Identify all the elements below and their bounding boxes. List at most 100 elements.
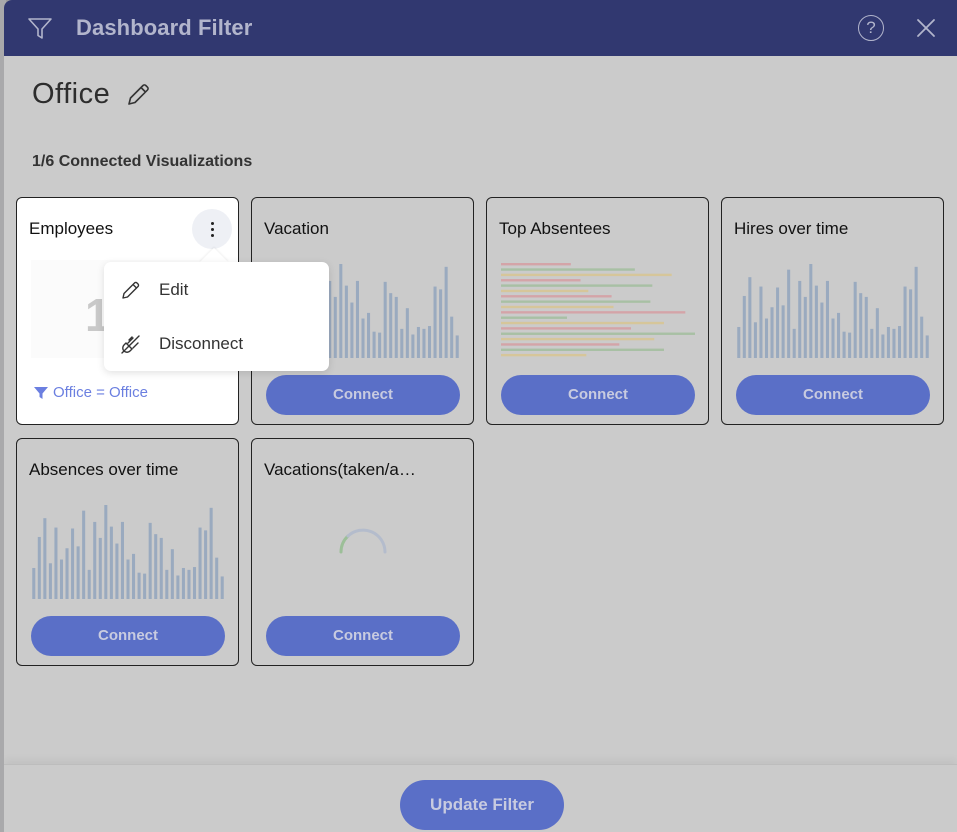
horizontal-bar-preview xyxy=(501,263,695,357)
connect-button[interactable]: Connect xyxy=(266,375,460,415)
preview-bar xyxy=(87,569,91,599)
preview-hbar xyxy=(501,337,655,341)
preview-hbar xyxy=(501,284,653,287)
pencil-icon xyxy=(122,281,140,299)
preview-bar xyxy=(198,527,202,599)
pencil-icon[interactable] xyxy=(124,81,152,109)
preview-bar xyxy=(837,312,841,358)
preview-bar xyxy=(32,567,36,599)
card-title: Hires over time xyxy=(734,219,849,238)
preview-hbar xyxy=(501,316,567,319)
preview-bar xyxy=(209,507,213,599)
preview-bar xyxy=(143,573,147,599)
preview-bar xyxy=(831,318,835,358)
preview-hbar xyxy=(501,311,686,314)
preview-bar xyxy=(455,335,459,358)
preview-bar xyxy=(187,569,191,599)
preview-bar xyxy=(886,326,890,358)
preview-bar xyxy=(781,305,785,358)
preview-bar xyxy=(355,280,359,358)
preview-bar xyxy=(859,293,863,358)
preview-bar xyxy=(48,563,52,599)
connected-count: 1/6 Connected Visualizations xyxy=(32,153,253,170)
preview-bar xyxy=(170,549,174,599)
connect-button[interactable]: Connect xyxy=(736,375,930,415)
preview-bar xyxy=(903,286,907,358)
preview-hbar xyxy=(501,348,664,351)
preview-bar xyxy=(897,326,902,358)
preview-bar xyxy=(914,266,918,358)
preview-bar xyxy=(215,557,219,599)
preview-bar xyxy=(148,522,152,599)
preview-bar xyxy=(159,537,163,599)
help-icon: ? xyxy=(866,18,876,37)
unplug-icon xyxy=(121,335,140,354)
preview-bar xyxy=(59,559,64,599)
card-context-menu: Edit Disconnect xyxy=(104,262,329,371)
preview-bar xyxy=(892,328,896,358)
preview-bar xyxy=(792,328,796,358)
help-button[interactable]: ? xyxy=(858,15,884,41)
preview-bar xyxy=(333,296,337,358)
preview-bar xyxy=(753,322,757,358)
preview-bar xyxy=(137,572,141,599)
card-title: Absences over time xyxy=(29,460,179,479)
menu-item-disconnect[interactable]: Disconnect xyxy=(104,319,329,369)
filter-name-row: Office xyxy=(32,78,152,111)
preview-bar xyxy=(98,537,102,599)
update-filter-button[interactable]: Update Filter xyxy=(400,780,564,830)
bar-chart-preview xyxy=(32,505,224,599)
preview-bar xyxy=(389,293,393,358)
preview-hbar xyxy=(501,321,664,325)
dialog-footer: Update Filter xyxy=(4,764,957,832)
preview-bar xyxy=(803,296,807,358)
preview-hbar xyxy=(501,327,631,330)
preview-bar xyxy=(737,326,741,358)
preview-bar xyxy=(909,289,913,358)
preview-bar xyxy=(427,326,432,358)
preview-bar xyxy=(400,328,404,358)
preview-hbar xyxy=(501,332,695,335)
preview-bar xyxy=(405,308,409,358)
preview-bar xyxy=(372,331,376,358)
preview-bar xyxy=(416,326,420,358)
preview-hbar xyxy=(501,343,620,346)
preview-bar xyxy=(192,567,197,599)
preview-bar xyxy=(339,264,343,358)
preview-bar xyxy=(776,287,780,358)
preview-bar xyxy=(444,266,448,358)
preview-bar xyxy=(814,285,818,358)
preview-bar xyxy=(439,289,443,358)
close-icon[interactable] xyxy=(915,17,937,39)
preview-bar xyxy=(361,318,365,358)
more-options-button[interactable] xyxy=(192,209,232,249)
kebab-dot xyxy=(210,221,214,225)
preview-bar xyxy=(450,316,454,358)
preview-bar xyxy=(132,553,136,599)
connect-button[interactable]: Connect xyxy=(31,616,225,656)
preview-bar xyxy=(748,277,752,358)
preview-bar xyxy=(422,328,426,358)
preview-bar xyxy=(65,548,69,599)
preview-bar xyxy=(881,334,885,358)
preview-bar xyxy=(82,510,86,599)
preview-bar xyxy=(220,576,224,599)
preview-bar xyxy=(742,295,746,358)
connect-button[interactable]: Connect xyxy=(266,616,460,656)
preview-bar xyxy=(76,546,80,599)
filter-chip: Office = Office xyxy=(33,384,148,401)
connect-button[interactable]: Connect xyxy=(501,375,695,415)
preview-bar xyxy=(820,302,824,358)
preview-bar xyxy=(104,505,108,599)
preview-hbar xyxy=(501,353,587,357)
preview-bar xyxy=(787,269,791,358)
kebab-dot xyxy=(210,227,214,231)
card-title: Vacations(taken/a… xyxy=(264,460,416,479)
funnel-icon xyxy=(28,18,52,39)
loading-spinner-icon xyxy=(339,528,387,554)
preview-hbar xyxy=(501,289,589,293)
card-hires-over-time: Hires over time Connect xyxy=(721,197,944,425)
preview-bar xyxy=(378,332,382,358)
menu-item-edit[interactable]: Edit xyxy=(104,265,329,315)
card-title: Employees xyxy=(29,219,114,238)
